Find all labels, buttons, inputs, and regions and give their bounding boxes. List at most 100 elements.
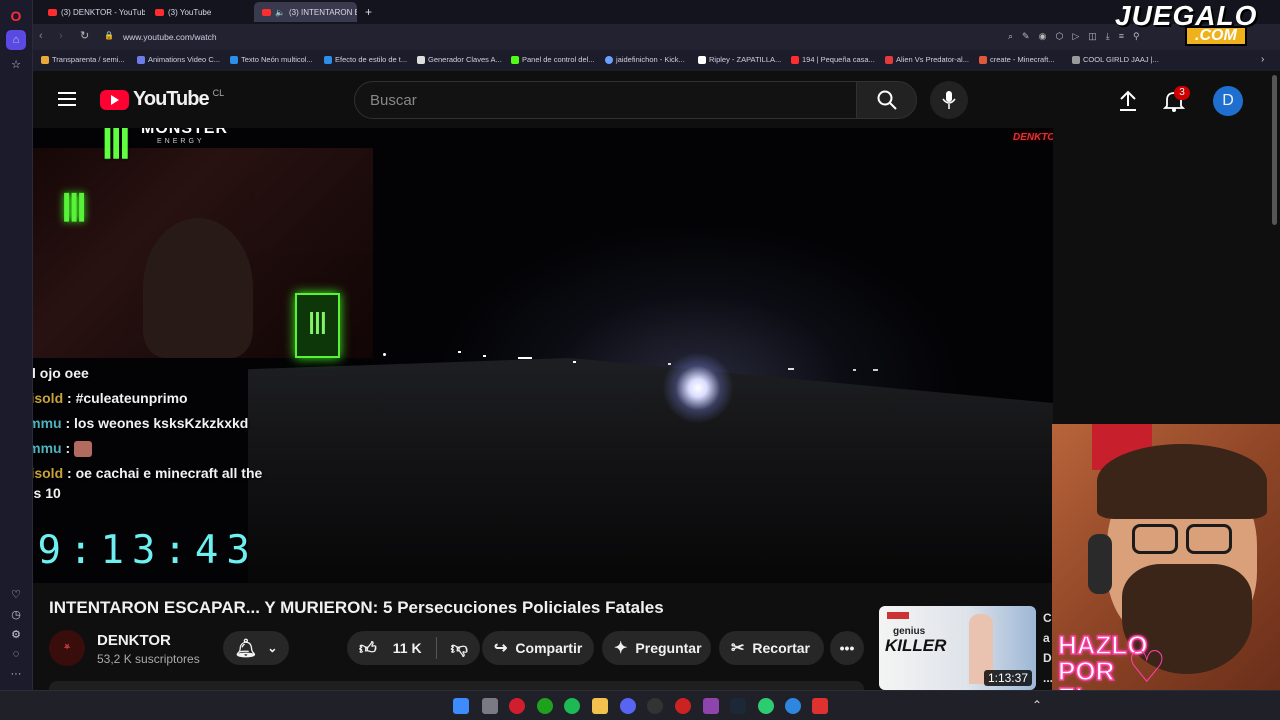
- bookmark-label: Transparenta / semi...: [52, 55, 125, 64]
- chat-message: en el ojo oee: [33, 363, 264, 383]
- suggested-video-thumbnail[interactable]: genius KILLER 1:13:37: [879, 606, 1036, 690]
- bookmark-icon: [137, 55, 145, 64]
- play-icon[interactable]: ▷: [1072, 31, 1079, 43]
- discord-icon[interactable]: [620, 698, 636, 714]
- thumbs-down-icon[interactable]: 👎︎: [451, 638, 468, 659]
- country-code: CL: [212, 88, 225, 98]
- url-field[interactable]: www.youtube.com/watch: [123, 32, 217, 42]
- tab-denktor[interactable]: (3) DENKTOR - YouTube: [40, 2, 145, 22]
- video-details: INTENTARON ESCAPAR... Y MURIERON: 5 Pers…: [33, 583, 1053, 690]
- app-icon[interactable]: [675, 698, 691, 714]
- hamburger-menu-icon[interactable]: [58, 92, 76, 106]
- forward-icon[interactable]: ›: [59, 30, 63, 42]
- bookmark-item[interactable]: Animations Video C...: [137, 55, 220, 64]
- avatar[interactable]: D: [1213, 86, 1243, 116]
- channel-avatar[interactable]: ⛧: [49, 630, 85, 666]
- bookmarks-bar: Transparenta / semi... Animations Video …: [33, 50, 1280, 71]
- notifications-button[interactable]: 3: [1162, 86, 1190, 117]
- xbox-icon[interactable]: [537, 698, 553, 714]
- bookmark-item[interactable]: Panel de control del...: [511, 55, 595, 64]
- opera-logo-icon[interactable]: O: [6, 6, 26, 26]
- shield-icon[interactable]: ⬡: [1055, 31, 1063, 43]
- upload-icon: [1120, 90, 1136, 111]
- youtube-logo[interactable]: YouTube CL: [100, 88, 224, 111]
- cube-icon[interactable]: ◫: [1088, 31, 1097, 43]
- star-icon[interactable]: ☆: [6, 54, 26, 74]
- video-player[interactable]: Ⅲ Ⅲ Ⅲ MONSTER ENERGY DENKTOR en el ojo o…: [33, 128, 1053, 583]
- bookmark-item[interactable]: Efecto de estilo de t...: [324, 55, 407, 64]
- search-input[interactable]: Buscar: [354, 81, 858, 119]
- bookmark-icon: [885, 55, 893, 64]
- reload-icon[interactable]: ↻: [80, 29, 89, 42]
- tab-active-video[interactable]: 🔈 (3) INTENTARON ESCAPAR: [254, 2, 357, 22]
- obs-icon[interactable]: [647, 698, 663, 714]
- app-icon[interactable]: [812, 698, 828, 714]
- tab-youtube[interactable]: (3) YouTube: [147, 2, 252, 22]
- bookmark-item[interactable]: 194 | Pequeña casa...: [791, 55, 875, 64]
- more-actions-button[interactable]: •••: [830, 631, 864, 665]
- back-icon[interactable]: ‹: [39, 30, 43, 42]
- bookmark-item[interactable]: Transparenta / semi...: [41, 55, 125, 64]
- chat-message: kyommu : los weones ksksKzkzkxkd: [33, 413, 264, 433]
- page-scrollbar[interactable]: [1272, 75, 1277, 225]
- stream-timer: 09:13:43: [33, 528, 258, 573]
- windows-taskbar: ⌃: [0, 690, 1280, 720]
- bookmark-item[interactable]: Ripley - ZAPATILLA...: [698, 55, 781, 64]
- ask-button[interactable]: ✦ Preguntar: [602, 631, 711, 665]
- subscribe-bell-button[interactable]: 🔔︎ ⌄: [223, 631, 289, 665]
- tab-title: (3) DENKTOR - YouTube: [61, 7, 145, 17]
- bookmark-label: jaidefinichon - Kick...: [616, 55, 685, 64]
- thumbs-up-icon[interactable]: 👍︎: [359, 638, 377, 659]
- search-button[interactable]: [856, 81, 917, 119]
- bookmark-label: Efecto de estilo de t...: [335, 55, 408, 64]
- bookmark-item[interactable]: COOL GIRLD JAAJ |...: [1072, 55, 1159, 64]
- bookmark-label: 194 | Pequeña casa...: [802, 55, 875, 64]
- spotify-icon[interactable]: [564, 698, 580, 714]
- camera-icon[interactable]: ◉: [1039, 31, 1047, 43]
- bookmark-item[interactable]: jaidefinichon - Kick...: [605, 55, 685, 64]
- settings-icon[interactable]: ⚙: [6, 624, 26, 644]
- clip-button[interactable]: ✂ Recortar: [719, 631, 824, 665]
- bookmark-icon: [605, 55, 613, 64]
- upload-button[interactable]: [1118, 90, 1138, 117]
- juegalo-watermark: JUEGALO .COM: [1115, 2, 1280, 48]
- tray-chevron-icon[interactable]: ⌃: [1032, 698, 1042, 712]
- bulb-icon[interactable]: ◌: [6, 644, 26, 664]
- app-icon[interactable]: [758, 698, 774, 714]
- edit-icon[interactable]: ✎: [1022, 31, 1030, 43]
- opera-icon[interactable]: [509, 698, 525, 714]
- ask-label: Preguntar: [635, 640, 702, 656]
- app-icon[interactable]: [785, 698, 801, 714]
- share-button[interactable]: ↪ Compartir: [482, 631, 594, 665]
- chat-username: cortisold: [33, 465, 64, 481]
- description-box[interactable]: [49, 681, 864, 690]
- distant-lights: [383, 343, 943, 373]
- video-duration: 1:13:37: [983, 670, 1032, 686]
- more-bookmarks-icon[interactable]: ›: [1261, 54, 1264, 65]
- bookmark-item[interactable]: Generador Claves A...: [417, 55, 502, 64]
- download-icon[interactable]: ⤓: [1106, 31, 1110, 43]
- windows-start-icon[interactable]: [453, 698, 469, 714]
- history-icon[interactable]: ◷: [6, 604, 26, 624]
- like-count[interactable]: 11 K: [393, 640, 422, 656]
- home-icon[interactable]: ⌂: [6, 30, 26, 50]
- bookmark-icon: [324, 55, 332, 64]
- subscriber-count: 53,2 K suscriptores: [97, 652, 200, 666]
- more-icon[interactable]: ···: [6, 664, 26, 684]
- kick-icon: [511, 55, 519, 64]
- bookmark-item[interactable]: create - Minecraft...: [979, 55, 1055, 64]
- heart-icon[interactable]: ♡: [6, 584, 26, 604]
- file-explorer-icon[interactable]: [592, 698, 608, 714]
- search-icon[interactable]: ⌕: [1008, 31, 1013, 43]
- steam-icon[interactable]: [730, 698, 746, 714]
- bookmark-label: Generador Claves A...: [428, 55, 502, 64]
- task-view-icon[interactable]: [482, 698, 498, 714]
- bookmark-item[interactable]: Alien Vs Predator-al...: [885, 55, 969, 64]
- chevron-down-icon: ⌄: [267, 641, 278, 655]
- app-icon[interactable]: [703, 698, 719, 714]
- new-tab-icon[interactable]: +: [365, 5, 372, 19]
- channel-name[interactable]: DENKTOR: [97, 632, 171, 649]
- microphone-icon: [942, 91, 956, 109]
- bookmark-item[interactable]: Texto Neón multicol...: [230, 55, 313, 64]
- voice-search-button[interactable]: [930, 81, 968, 119]
